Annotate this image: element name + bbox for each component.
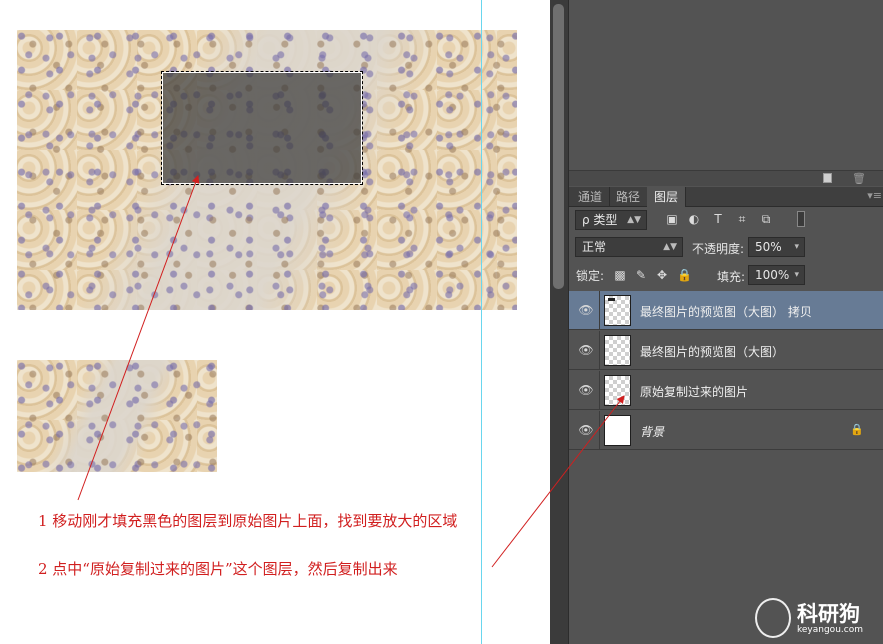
eye-icon[interactable]: 👁 [577, 302, 595, 318]
fill-value: 100% [755, 268, 790, 282]
chevron-down-icon: ▲▼ [663, 242, 677, 252]
divider [599, 291, 600, 330]
blend-mode-value: 正常 [582, 240, 607, 254]
type-filter-icon[interactable]: T [711, 211, 725, 227]
tissue-image-small [17, 360, 217, 472]
vertical-guide-line[interactable] [481, 0, 482, 644]
adjustment-filter-icon[interactable]: ◐ [687, 211, 701, 227]
panel-footer-bar: 🗑 [569, 170, 883, 186]
divider [599, 371, 600, 410]
black-fill-selection-overlay[interactable] [161, 71, 363, 185]
watermark-url: keyangou.com [797, 625, 863, 635]
layer-thumbnail [604, 375, 631, 406]
lock-transparent-pixels-icon[interactable]: ▩ [613, 268, 627, 282]
layers-panel: 🗑 通道 路径 图层 ▾≡ ρ 类型 ▲▼ ▣ ◐ T ⌗ ⧉ 正常 ▲▼ 不透… [568, 0, 883, 644]
layer-filter-select[interactable]: ρ 类型 ▲▼ [575, 210, 647, 230]
smart-object-filter-icon[interactable]: ⧉ [759, 211, 773, 227]
lock-all-icon[interactable]: 🔒 [677, 268, 692, 282]
tab-paths[interactable]: 路径 [609, 187, 649, 207]
lock-image-pixels-icon[interactable]: ✎ [634, 268, 648, 282]
new-layer-icon[interactable] [823, 173, 832, 183]
divider [599, 411, 600, 450]
opacity-label: 不透明度: [692, 242, 745, 256]
trash-icon[interactable]: 🗑 [852, 172, 866, 185]
layer-filter-label: ρ 类型 [582, 213, 618, 227]
chevron-down-icon: ▾ [794, 242, 799, 252]
eye-icon[interactable]: 👁 [577, 382, 595, 398]
annotation-step-1: 1 移动刚才填充黑色的图层到原始图片上面，找到要放大的区域 [38, 512, 458, 530]
watermark-logo: 科研狗 keyangou.com [755, 598, 875, 640]
layer-row[interactable]: 👁 背景 🔒 [569, 411, 883, 450]
thumbnail-content [608, 298, 615, 301]
blend-mode-select[interactable]: 正常 ▲▼ [575, 237, 683, 257]
dog-logo-icon [755, 598, 791, 638]
layer-thumbnail [604, 295, 631, 326]
layer-name[interactable]: 最终图片的预览图（大图） [640, 343, 784, 360]
layer-thumbnail [604, 415, 631, 446]
layer-row[interactable]: 👁 最终图片的预览图（大图） [569, 331, 883, 370]
document-canvas[interactable]: 1 移动刚才填充黑色的图层到原始图片上面，找到要放大的区域 2 点中“原始复制过… [0, 0, 550, 644]
eye-icon[interactable]: 👁 [577, 422, 595, 438]
lock-position-icon[interactable]: ✥ [655, 268, 669, 282]
layer-name[interactable]: 背景 [640, 423, 664, 440]
canvas-vertical-scrollbar[interactable] [550, 0, 568, 644]
fill-field[interactable]: 100% ▾ [748, 265, 805, 285]
lock-label: 锁定: [576, 269, 605, 283]
divider [599, 331, 600, 370]
image-filter-icon[interactable]: ▣ [665, 211, 679, 227]
tab-channels[interactable]: 通道 [571, 187, 611, 207]
fill-label: 填充: [717, 270, 746, 284]
panel-tabs: 通道 路径 图层 ▾≡ [569, 187, 883, 207]
shape-filter-icon[interactable]: ⌗ [735, 211, 749, 227]
lock-icon: 🔒 [850, 423, 864, 436]
opacity-value: 50% [755, 240, 782, 254]
opacity-field[interactable]: 50% ▾ [748, 237, 805, 257]
layer-thumbnail [604, 335, 631, 366]
filter-toggle-switch[interactable] [797, 211, 805, 227]
chevron-down-icon: ▲▼ [627, 215, 641, 225]
chevron-down-icon: ▾ [794, 270, 799, 280]
annotation-step-2: 2 点中“原始复制过来的图片”这个图层，然后复制出来 [38, 560, 398, 578]
layer-name[interactable]: 最终图片的预览图（大图） 拷贝 [640, 303, 812, 320]
panel-menu-icon[interactable]: ▾≡ [867, 189, 882, 202]
layer-row[interactable]: 👁 原始复制过来的图片 [569, 371, 883, 410]
layer-name[interactable]: 原始复制过来的图片 [640, 383, 748, 400]
layer-row[interactable]: 👁 最终图片的预览图（大图） 拷贝 [569, 291, 883, 330]
tab-layers[interactable]: 图层 [647, 187, 687, 207]
scrollbar-thumb[interactable] [553, 4, 564, 289]
eye-icon[interactable]: 👁 [577, 342, 595, 358]
watermark-brand: 科研狗 [797, 602, 860, 626]
